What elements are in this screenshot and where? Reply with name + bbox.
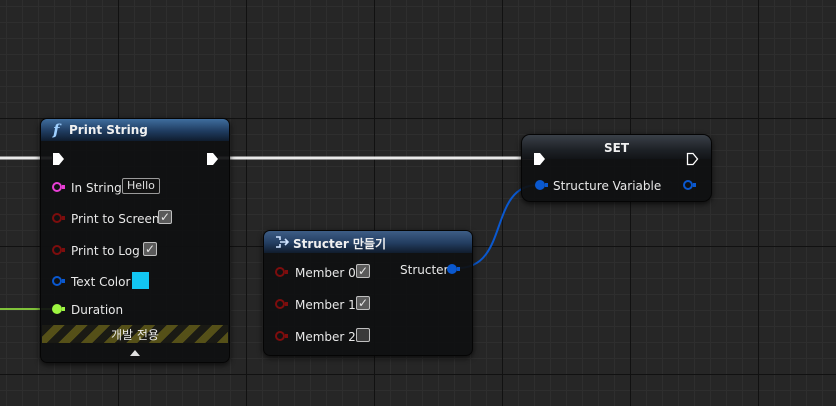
struct-output-pin[interactable] [447, 264, 457, 274]
pin-arrow-icon [62, 307, 65, 311]
dev-only-label: 개발 전용 [111, 328, 159, 342]
bool-pin[interactable] [275, 267, 285, 277]
set-exec-in-pin[interactable] [533, 152, 546, 166]
print-to-screen-row: Print to Screen ✓ [41, 208, 229, 230]
struct-output-pin[interactable] [683, 180, 693, 190]
print-string-node[interactable]: f Print String In String Hello Print to … [40, 118, 230, 363]
pin-arrow-icon [62, 216, 65, 220]
in-string-row: In String Hello [41, 177, 229, 199]
float-pin[interactable] [52, 304, 62, 314]
make-struct-icon [276, 236, 289, 248]
text-color-label: Text Color [71, 275, 131, 289]
dev-only-banner: 개발 전용 [42, 325, 228, 343]
print-to-screen-checkbox[interactable]: ✓ [158, 210, 172, 224]
exec-row [41, 148, 229, 170]
pin-arrow-icon [62, 279, 65, 283]
set-title: SET [603, 141, 630, 155]
member-1-row: Member 1 ✓ [264, 294, 472, 316]
duration-label: Duration [71, 303, 124, 317]
print-to-log-row: Print to Log ✓ [41, 240, 229, 262]
make-struct-title: Structer 만들기 [293, 237, 387, 251]
pin-arrow-icon [693, 183, 696, 187]
duration-row: Duration [41, 299, 229, 321]
pin-arrow-icon [545, 183, 548, 187]
bool-pin[interactable] [275, 299, 285, 309]
pin-arrow-icon [285, 334, 288, 338]
print-to-screen-label: Print to Screen [71, 212, 160, 226]
in-string-input[interactable]: Hello [122, 178, 160, 194]
member-1-checkbox[interactable]: ✓ [356, 296, 370, 310]
struct-pin[interactable] [52, 276, 62, 286]
struct-input-pin[interactable] [535, 180, 545, 190]
print-to-log-label: Print to Log [71, 244, 140, 258]
bool-pin[interactable] [52, 213, 62, 223]
text-color-row: Text Color [41, 271, 229, 293]
in-string-label: In String [71, 181, 122, 195]
print-to-log-checkbox[interactable]: ✓ [143, 242, 157, 256]
set-node[interactable]: SET Structure Variable [521, 134, 712, 202]
structure-variable-label: Structure Variable [553, 179, 662, 193]
print-string-title: Print String [69, 123, 148, 137]
structure-variable-row: Structure Variable [522, 175, 711, 197]
pin-arrow-icon [62, 248, 65, 252]
make-struct-header[interactable]: Structer 만들기 [264, 231, 472, 253]
structer-output-label: Structer [400, 263, 449, 277]
print-string-header[interactable]: f Print String [41, 119, 229, 141]
text-color-swatch[interactable] [132, 272, 149, 289]
member-0-label: Member 0 [295, 266, 356, 280]
member-2-label: Member 2 [295, 330, 356, 344]
function-icon: f [53, 121, 60, 139]
pin-arrow-icon [285, 302, 288, 306]
set-exec-out-pin[interactable] [686, 152, 699, 166]
member-1-label: Member 1 [295, 298, 356, 312]
set-header[interactable]: SET [522, 135, 711, 159]
exec-in-pin[interactable] [52, 152, 65, 166]
member-0-row: Member 0 ✓ Structer [264, 262, 472, 284]
bool-pin[interactable] [275, 331, 285, 341]
string-pin[interactable] [52, 182, 62, 192]
pin-arrow-icon [457, 267, 460, 271]
make-struct-node[interactable]: Structer 만들기 Member 0 ✓ Structer Member … [263, 230, 473, 356]
collapse-arrow-icon[interactable] [129, 348, 141, 357]
member-2-row: Member 2 [264, 326, 472, 348]
member-2-checkbox[interactable] [356, 328, 370, 342]
pin-arrow-icon [285, 270, 288, 274]
exec-out-pin[interactable] [206, 152, 219, 166]
pin-arrow-icon [62, 185, 65, 189]
bool-pin[interactable] [52, 245, 62, 255]
member-0-checkbox[interactable]: ✓ [356, 264, 370, 278]
